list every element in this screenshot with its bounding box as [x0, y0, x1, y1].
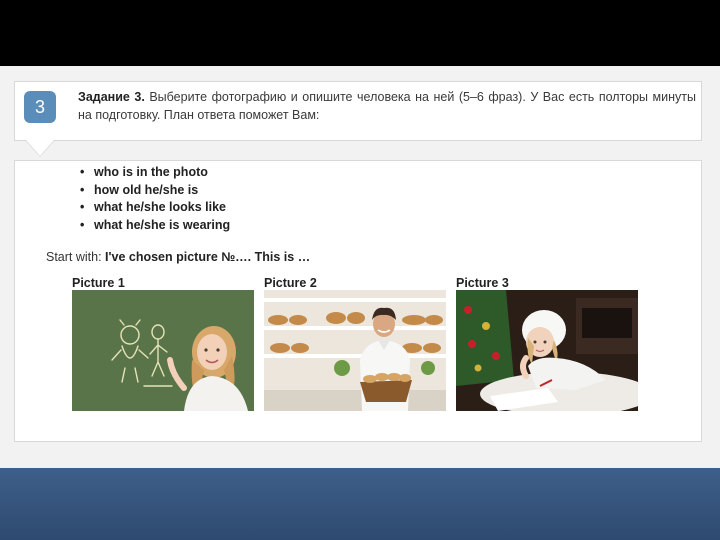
picture-2-baker[interactable] — [264, 290, 446, 411]
plan-list: • who is in the photo • how old he/she is … — [78, 164, 230, 234]
task-title: Задание 3. — [78, 90, 145, 104]
task-number-badge: 3 — [24, 91, 56, 123]
start-prefix: Start with: — [46, 250, 106, 264]
task-pointer — [26, 140, 54, 156]
picture-3-girl-christmas[interactable] — [456, 290, 638, 411]
bullet-icon: • — [80, 200, 85, 214]
picture-1-girl-chalkboard[interactable] — [72, 290, 254, 411]
bullet-icon: • — [80, 182, 85, 197]
bottom-blue-band — [0, 468, 720, 540]
plan-item: • who is in the photo — [78, 164, 230, 182]
top-black-band — [0, 0, 720, 66]
plan-item: • how old he/she is — [78, 182, 230, 200]
task-instructions: Задание 3. Выберите фотографию и опишите… — [78, 88, 696, 124]
picture-3-label: Picture 3 — [456, 276, 509, 290]
plan-item: • what he/she looks like — [78, 199, 230, 217]
christmas-photo — [456, 290, 638, 411]
bakery-photo — [264, 290, 446, 411]
chalkboard-photo — [72, 290, 254, 411]
bullet-icon: • — [80, 165, 85, 179]
picture-1-label: Picture 1 — [72, 276, 125, 290]
start-with-line: Start with: I've chosen picture №…. This… — [46, 250, 310, 264]
plan-item: • what he/she is wearing — [78, 217, 230, 235]
task-description: Выберите фотографию и опишите человека н… — [78, 90, 696, 122]
start-phrase: I've chosen picture №…. This is … — [105, 250, 311, 264]
bullet-icon: • — [80, 217, 85, 232]
picture-2-label: Picture 2 — [264, 276, 317, 290]
